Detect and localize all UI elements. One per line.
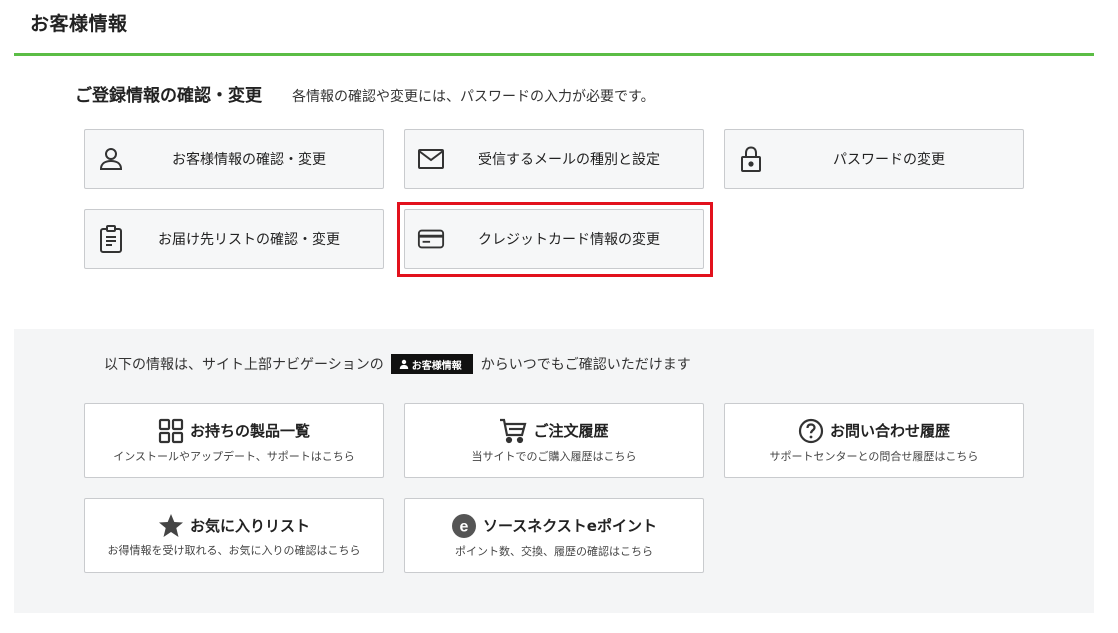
mail-settings-label: 受信するメールの種別と設定 [478,152,660,168]
person-icon [399,359,408,369]
customer-info-label: お客様情報の確認・変更 [172,152,326,168]
password-change-button[interactable]: パスワードの変更 [724,129,1024,189]
order-history-sub: 当サイトでのご購入履歴はこちら [471,449,637,463]
cart-icon [500,418,527,443]
favorites-sub: お得情報を受け取れる、お気に入りの確認はこちら [107,544,361,557]
info-lead-before: 以下の情報は、サイト上部ナビゲーションの [104,357,384,373]
e-point-title: ソースネクストeポイント [483,517,657,535]
inquiry-history-sub: サポートセンターとの問合せ履歴はこちら [769,449,979,463]
registration-section-header: ご登録情報の確認・変更 各情報の確認や変更には、パスワードの入力が必要です。 [75,81,655,106]
delivery-list-label: お届け先リストの確認・変更 [158,232,340,248]
star-icon [158,514,183,537]
info-lead: 以下の情報は、サイト上部ナビゲーションの お客様情報 からいつでもご確認いただけ… [104,354,691,374]
inquiry-history-title: お問い合わせ履歴 [829,422,950,440]
favorites-card[interactable]: お気に入りリスト お得情報を受け取れる、お気に入りの確認はこちら [84,498,384,573]
info-lead-after: からいつでもご確認いただけます [480,357,691,373]
delivery-list-button[interactable]: お届け先リストの確認・変更 [84,209,384,269]
badge-label: お客様情報 [411,360,462,372]
title-divider [14,53,1094,56]
e-point-icon: e [452,513,476,538]
clipboard-icon [97,225,125,253]
svg-text:e: e [460,518,469,535]
favorites-title: お気に入りリスト [189,517,310,535]
e-point-sub: ポイント数、交換、履歴の確認はこちら [455,544,653,558]
registration-note: 各情報の確認や変更には、パスワードの入力が必要です。 [292,89,655,105]
question-circle-icon [798,418,824,443]
owned-products-title: お持ちの製品一覧 [189,422,310,440]
inquiry-history-card[interactable]: お問い合わせ履歴 サポートセンターとの問合せ履歴はこちら [724,403,1024,478]
credit-card-label: クレジットカード情報の変更 [478,232,660,248]
registration-heading: ご登録情報の確認・変更 [75,86,262,106]
mail-icon [417,145,445,173]
owned-products-card[interactable]: お持ちの製品一覧 インストールやアップデート、サポートはこちら [84,403,384,478]
credit-card-icon [417,225,445,253]
grid-icon [158,418,184,443]
e-point-card[interactable]: e ソースネクストeポイント ポイント数、交換、履歴の確認はこちら [404,498,704,573]
credit-card-button[interactable]: クレジットカード情報の変更 [404,209,704,269]
order-history-title: ご注文履歴 [533,422,609,440]
customer-info-button[interactable]: お客様情報の確認・変更 [84,129,384,189]
mail-settings-button[interactable]: 受信するメールの種別と設定 [404,129,704,189]
page-title: お客様情報 [30,13,128,35]
owned-products-sub: インストールやアップデート、サポートはこちら [113,449,355,463]
person-icon [97,145,125,173]
lock-icon [737,145,765,173]
password-change-label: パスワードの変更 [833,152,945,168]
customer-info-badge: お客様情報 [390,354,473,374]
order-history-card[interactable]: ご注文履歴 当サイトでのご購入履歴はこちら [404,403,704,478]
